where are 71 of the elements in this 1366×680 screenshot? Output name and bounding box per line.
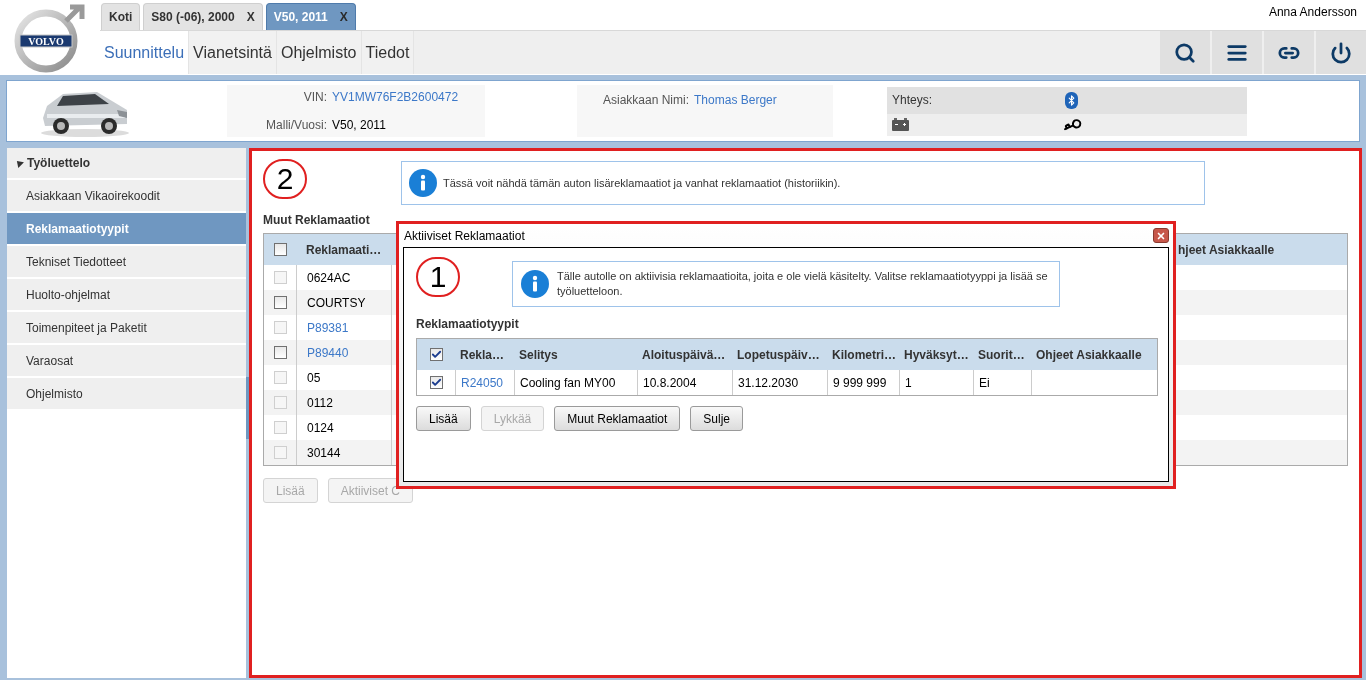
sidebar-item[interactable]: Ohjelmisto [7, 378, 246, 411]
vehicle-tab[interactable]: S80 (-06), 2000 X [143, 3, 263, 30]
table-cell: 30144 [296, 440, 391, 465]
sidebar-item[interactable]: Tekniset Tiedotteet [7, 246, 246, 279]
column-header[interactable]: Selitys [514, 345, 637, 364]
annotation-marker: 2 [263, 159, 307, 199]
table-cell: Ei [973, 370, 1031, 395]
vehicle-tab[interactable]: V50, 2011 X [265, 3, 356, 30]
model-value: V50, 2011 [332, 117, 387, 134]
info-icon [409, 169, 437, 197]
section-title: Reklamaatiotyypit [416, 316, 519, 333]
collapse-handle[interactable] [246, 377, 249, 439]
connection-label: Yhteys: [892, 92, 934, 109]
column-header[interactable]: Kilometri… [827, 345, 899, 364]
annotation-marker: 1 [416, 257, 460, 297]
tab-label: V50, 2011 [273, 9, 328, 26]
close-icon [1156, 230, 1166, 241]
vehicle-tab[interactable]: Koti [101, 3, 141, 30]
column-header[interactable]: Lopetuspäiv… [732, 345, 827, 364]
vin-label: VIN: [302, 89, 327, 106]
column-header[interactable]: Hyväksyt… [899, 345, 973, 364]
column-header[interactable]: Rekla… [455, 345, 514, 364]
checkbox[interactable] [429, 376, 443, 389]
column-header[interactable]: Ohjeet Asiakkaalle [1031, 345, 1157, 364]
sidebar-item[interactable]: Huolto-ohjelmat [7, 279, 246, 312]
checkbox[interactable] [273, 296, 287, 309]
tab-label: Koti [109, 9, 133, 26]
checkbox[interactable] [273, 243, 287, 256]
battery-icon [892, 118, 909, 131]
customer-name[interactable]: Thomas Berger [694, 91, 777, 109]
nav-tab[interactable]: Suunnittelu [100, 31, 190, 74]
dialog-button[interactable]: Lisää [416, 406, 471, 431]
toolbar-button[interactable] [1264, 31, 1314, 74]
user-name: Anna Andersson [1268, 4, 1357, 21]
checkbox[interactable] [429, 348, 443, 361]
table-cell: 10.8.2004 [637, 370, 732, 395]
column-header[interactable]: Reklamaati… [296, 240, 391, 259]
table-cell: Cooling fan MY00 [514, 370, 637, 395]
tab-close[interactable]: X [246, 8, 255, 26]
toolbar-button[interactable] [1160, 31, 1210, 74]
toolbar-button[interactable] [1316, 31, 1366, 74]
dialog-button[interactable]: Sulje [690, 406, 743, 431]
tab-close[interactable]: X [339, 8, 348, 26]
tab-label: S80 (-06), 2000 [151, 9, 235, 26]
toolbar-button[interactable] [1212, 31, 1262, 74]
column-header[interactable]: hjeet Asiakkaalle [1176, 240, 1347, 259]
customer-label: Asiakkaan Nimi: [603, 92, 690, 109]
table-cell: 9 999 999 [827, 370, 899, 395]
dialog-button[interactable]: Muut Reklamaatiot [554, 406, 681, 431]
sidebar-title: Työluettelo [27, 155, 91, 172]
sidebar-item[interactable]: Toimenpiteet ja Paketit [7, 312, 246, 345]
info-text: Tässä voit nähdä tämän auton lisäreklamaatiot ja vanhat reklamaatiot (historiikin). [443, 175, 841, 191]
bluetooth-icon [1065, 91, 1078, 109]
checkbox[interactable] [273, 346, 287, 359]
power-icon [1330, 41, 1352, 64]
vin-value[interactable]: YV1MW76F2B2600472 [332, 88, 485, 106]
table-cell: 31.12.2030 [732, 370, 827, 395]
info-text: Tälle autolle on aktiivisia reklamaatioita, joita e ole vielä käsitelty. Valitse reklamaatiotyyppi ja lisää se työluetteloon. [557, 269, 1049, 299]
section-title: Muut Reklamaatiot [263, 212, 370, 229]
column-header[interactable]: Suorit… [973, 345, 1031, 364]
sidebar-item[interactable]: Asiakkaan Vikaoirekoodit [7, 180, 246, 213]
search-icon [1174, 41, 1196, 64]
close-button[interactable] [1153, 228, 1169, 243]
info-icon [521, 270, 549, 298]
dialog-title: Aktiiviset Reklamaatiot [404, 227, 525, 245]
table-cell: 1 [899, 370, 973, 395]
sidebar-item[interactable]: Varaosat [7, 345, 246, 378]
model-label: Malli/Vuosi: [265, 117, 327, 134]
sidebar-header[interactable]: Työluettelo [7, 148, 246, 180]
column-header[interactable]: Aloituspäivä… [637, 345, 732, 364]
table-cell[interactable]: R24050 [455, 370, 514, 395]
